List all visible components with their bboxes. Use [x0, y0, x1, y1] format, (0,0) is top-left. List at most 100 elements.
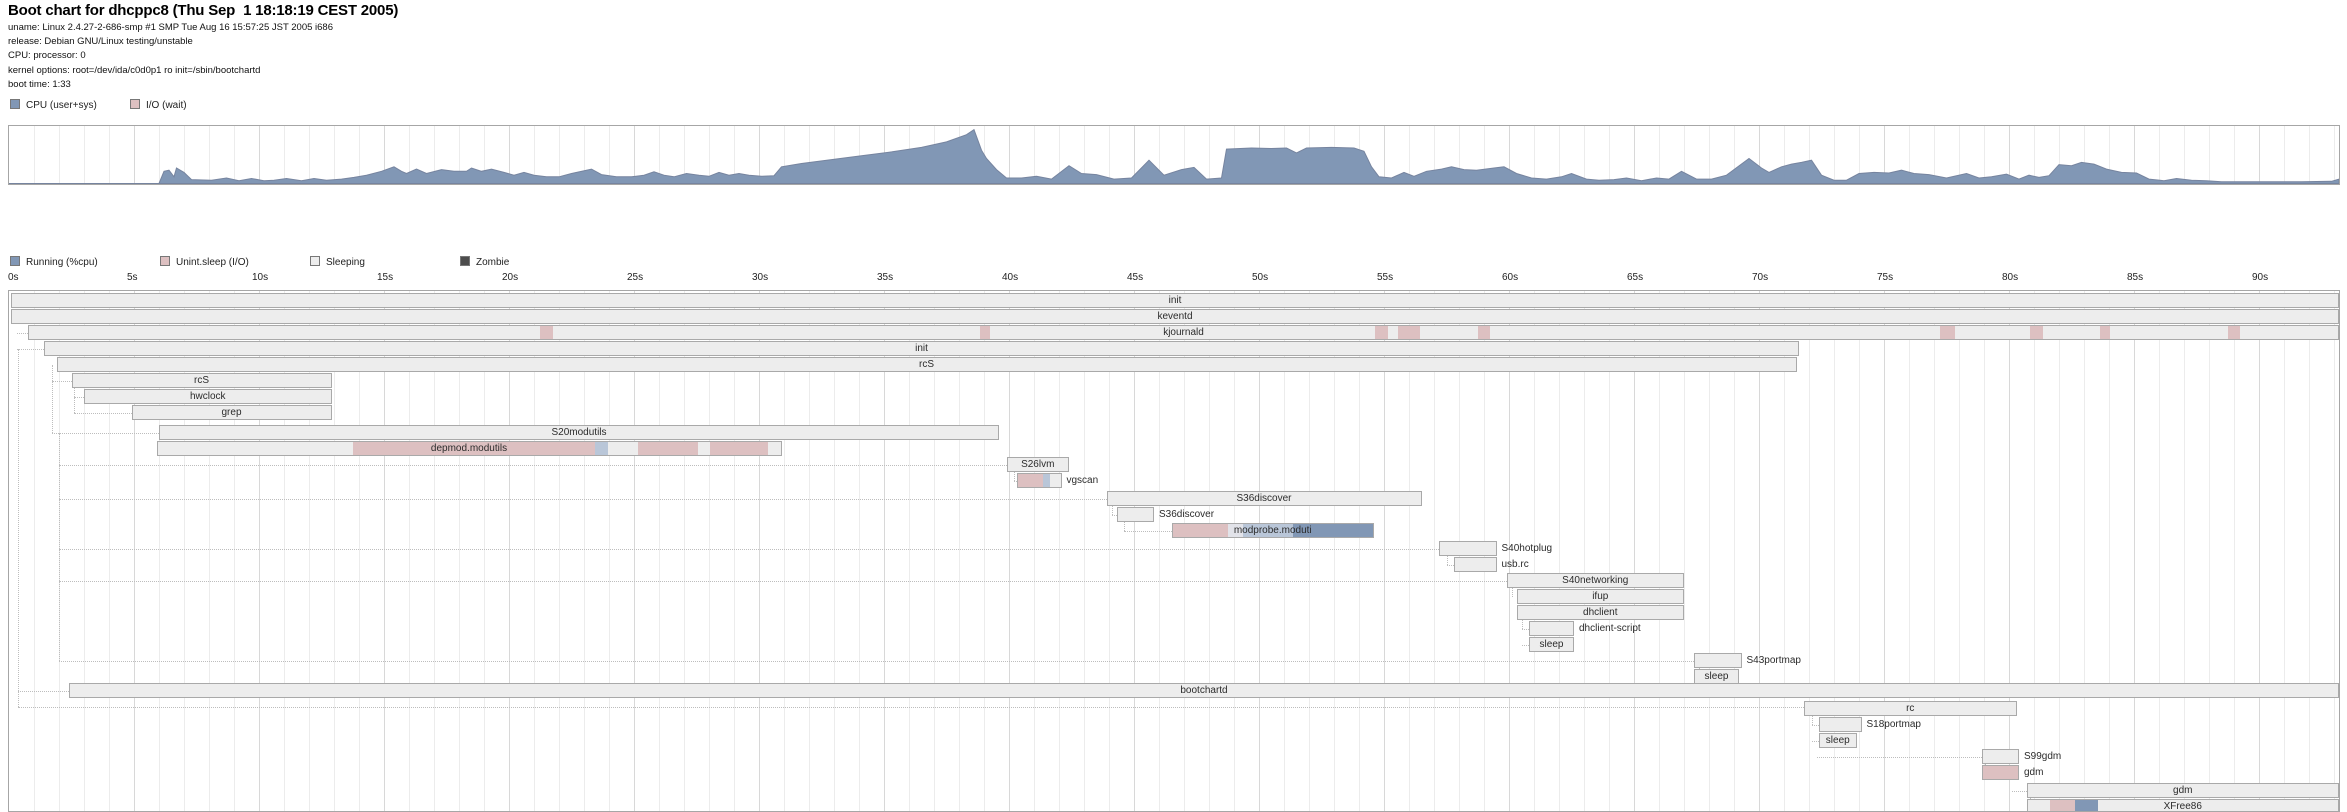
process-bar-gdm: [1982, 765, 2020, 780]
bootchart-page: { "header": { "title": "Boot chart for d…: [0, 0, 2347, 812]
process-bar-s40hotplug: [1439, 541, 1497, 556]
process-label: sleep: [1529, 637, 1574, 652]
legend-item: CPU (user+sys): [10, 99, 97, 111]
process-connector-line: [59, 661, 1694, 662]
time-tick-label: 25s: [627, 272, 643, 283]
process-chart: initkeventdkjournaldinitrcSrcShwclockgre…: [8, 290, 2340, 812]
process-label: kjournald: [28, 325, 2339, 340]
process-connector-line: [18, 707, 1804, 708]
process-label: init: [11, 293, 2339, 308]
legend-item: Running (%cpu): [10, 256, 98, 268]
process-connector-line: [52, 381, 72, 382]
grid-line: [2159, 291, 2160, 811]
process-state-segment-io: [1983, 766, 2020, 779]
process-label: modprobe.moduti: [1172, 523, 1375, 538]
process-bar-s43portmap: [1694, 653, 1742, 668]
grid-line: [2009, 291, 2010, 811]
cpu-area-plot: [9, 126, 2339, 184]
grid-line: [2209, 291, 2210, 811]
process-label: S26lvm: [1007, 457, 1070, 472]
grid-line: [1909, 291, 1910, 811]
process-label: vgscan: [1067, 473, 1099, 488]
process-label: usb.rc: [1502, 557, 1529, 572]
process-state-segment-rl: [1043, 474, 1051, 487]
cpu-chart: [8, 125, 2340, 185]
process-connector-line: [74, 413, 132, 414]
grid-line: [1934, 291, 1935, 811]
process-connector-line: [1812, 725, 1820, 726]
process-connector-line: [59, 465, 1007, 466]
page-title: Boot chart for dhcppc8 (Thu Sep 1 18:18:…: [8, 2, 398, 19]
legend-swatch-icon: [10, 99, 20, 109]
process-bar-usb-rc: [1454, 557, 1497, 572]
cpu-chart-legend: CPU (user+sys) I/O (wait): [8, 99, 608, 112]
grid-line: [1809, 291, 1810, 811]
process-connector-line: [59, 499, 1107, 500]
grid-line: [2109, 291, 2110, 811]
process-connector-line: [1447, 565, 1455, 566]
cpu-line: CPU: processor: 0: [8, 50, 398, 61]
grid-line: [1984, 291, 1985, 811]
process-label: init: [44, 341, 1799, 356]
boot-time-line: boot time: 1:33: [8, 79, 398, 90]
process-bar-s99gdm: [1982, 749, 2020, 764]
time-tick-label: 45s: [1127, 272, 1143, 283]
time-tick-label: 85s: [2127, 272, 2143, 283]
process-connector-line: [17, 349, 45, 350]
header: Boot chart for dhcppc8 (Thu Sep 1 18:18:…: [8, 2, 398, 90]
time-tick-label: 90s: [2252, 272, 2268, 283]
process-label: S36discover: [1159, 507, 1214, 522]
time-tick-label: 35s: [877, 272, 893, 283]
process-connector-line: [1522, 645, 1530, 646]
time-tick-label: 40s: [1002, 272, 1018, 283]
grid-line: [2134, 291, 2135, 811]
process-label: grep: [132, 405, 332, 420]
process-bar-dhclient-script: [1529, 621, 1574, 636]
legend-swatch-icon: [160, 256, 170, 266]
legend-swatch-icon: [130, 99, 140, 109]
grid-line: [34, 291, 35, 811]
process-label: keventd: [11, 309, 2339, 324]
process-connector-line: [59, 433, 60, 661]
uname-line: uname: Linux 2.4.27-2-686-smp #1 SMP Tue…: [8, 22, 398, 33]
process-label: S20modutils: [159, 425, 999, 440]
process-bar-s18portmap: [1819, 717, 1862, 732]
process-label: depmod.modutils: [157, 441, 782, 456]
process-connector-line: [59, 549, 1439, 550]
legend-swatch-icon: [310, 256, 320, 266]
legend-swatch-icon: [460, 256, 470, 266]
process-connector-line: [1812, 741, 1820, 742]
time-tick-label: 65s: [1627, 272, 1643, 283]
grid-line: [2334, 291, 2335, 811]
grid-line: [2034, 291, 2035, 811]
process-label: gdm: [2027, 783, 2340, 798]
process-label: S43portmap: [1747, 653, 1801, 668]
cpu-usage-area: [9, 130, 2339, 184]
kernel-options-line: kernel options: root=/dev/ida/c0d0p1 ro …: [8, 65, 398, 76]
grid-line: [1959, 291, 1960, 811]
process-connector-line: [1124, 531, 1172, 532]
time-axis: 0s5s10s15s20s25s30s35s40s45s50s55s60s65s…: [8, 272, 2340, 286]
process-chart-legend: Running (%cpu)Unint.sleep (I/O)SleepingZ…: [8, 256, 708, 269]
process-connector-line: [74, 397, 84, 398]
process-label: XFree86: [2027, 799, 2340, 812]
release-line: release: Debian GNU/Linux testing/unstab…: [8, 36, 398, 47]
process-bar-vgscan: [1017, 473, 1062, 488]
legend-item: Zombie: [460, 256, 509, 268]
time-tick-label: 50s: [1252, 272, 1268, 283]
time-tick-label: 15s: [377, 272, 393, 283]
process-connector-line: [18, 349, 19, 707]
process-label: rcS: [72, 373, 332, 388]
grid-line: [2184, 291, 2185, 811]
process-connector-line: [2012, 791, 2027, 792]
grid-line: [2234, 291, 2235, 811]
legend-item: I/O (wait): [130, 99, 187, 111]
time-tick-label: 70s: [1752, 272, 1768, 283]
process-label: S18portmap: [1867, 717, 1921, 732]
process-label: S40hotplug: [1502, 541, 1553, 556]
process-connector-line: [18, 691, 69, 692]
process-label: sleep: [1819, 733, 1857, 748]
time-tick-label: 0s: [8, 272, 19, 283]
process-label: bootchartd: [69, 683, 2339, 698]
process-label: ifup: [1517, 589, 1685, 604]
